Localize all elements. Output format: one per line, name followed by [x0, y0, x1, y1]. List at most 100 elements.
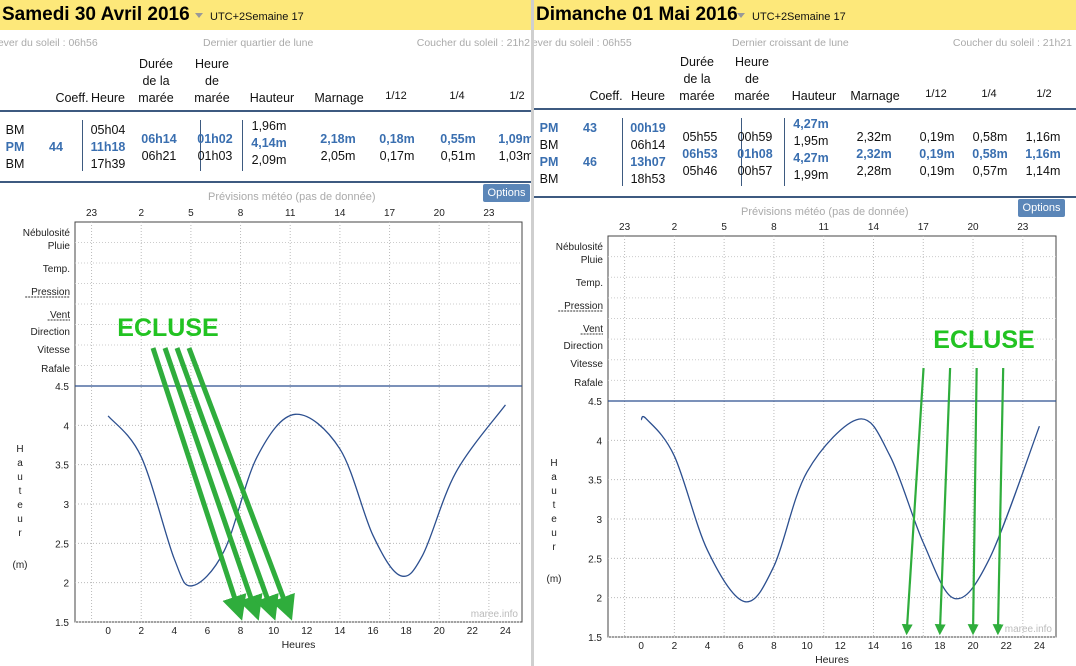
- y-axis-label-letter: H: [550, 458, 557, 469]
- plot-frame: [607, 235, 1057, 638]
- x-tick-label: 4: [705, 641, 711, 652]
- y-tick-label: 4: [596, 436, 602, 447]
- y-axis-label-letter: a: [17, 458, 23, 469]
- ecluse-annotation: ECLUSE: [933, 326, 1034, 354]
- x-tick-label: 8: [771, 641, 777, 652]
- weather-label: Rafale: [574, 378, 603, 389]
- y-axis-label-letter: u: [551, 528, 557, 539]
- x-tick-label: 6: [205, 626, 211, 637]
- x-tick-label: 6: [738, 641, 744, 652]
- top-hour-tick: 17: [918, 222, 930, 233]
- y-tick-label: 4.5: [588, 397, 602, 408]
- top-hour-tick: 14: [334, 208, 346, 219]
- y-axis-label-letter: a: [551, 472, 557, 483]
- x-tick-label: 22: [1001, 641, 1013, 652]
- weather-label: Vent: [583, 324, 603, 335]
- x-tick-label: 14: [334, 626, 346, 637]
- y-tick-label: 4: [63, 421, 69, 432]
- top-hour-tick: 2: [138, 208, 144, 219]
- y-tick-label: 3.5: [588, 476, 602, 487]
- y-tick-label: 2: [596, 594, 602, 605]
- x-tick-label: 0: [638, 641, 644, 652]
- top-hour-tick: 8: [238, 208, 244, 219]
- top-hour-tick: 20: [967, 222, 979, 233]
- top-hour-tick: 23: [1017, 222, 1029, 233]
- weather-label: Pluie: [48, 241, 71, 252]
- top-hour-tick: 17: [384, 208, 396, 219]
- top-hour-tick: 20: [434, 208, 446, 219]
- weather-label: Nébulosité: [23, 228, 71, 239]
- y-axis-label-letter: r: [18, 528, 22, 539]
- top-hour-tick: 2: [672, 222, 678, 233]
- top-hour-tick: 14: [868, 222, 880, 233]
- y-axis-unit: (m): [547, 574, 562, 585]
- y-tick-label: 2.5: [588, 554, 602, 565]
- x-axis-label: Heures: [815, 654, 849, 666]
- tide-chart: 1.522.533.544.50 2 4 6 8 10 12 14 16 18 20 22 24Heur…: [547, 222, 1057, 666]
- y-axis-label-letter: t: [19, 486, 22, 497]
- top-hour-tick: 23: [483, 208, 495, 219]
- y-tick-label: 3.5: [55, 461, 69, 472]
- weather-label: Direction: [31, 327, 70, 338]
- x-tick-label: 0: [105, 626, 111, 637]
- panel-saturday: Samedi 30 Avril 2016 UTC+2 Semaine 17 Lever…: [0, 0, 532, 666]
- top-hour-tick: 5: [721, 222, 727, 233]
- tide-chart: 1.522.533.544.50 2 4 6 8 10 12 14 16 18 20 22 24Heur…: [13, 208, 523, 651]
- plot-frame: [74, 221, 523, 623]
- weather-label: Vitesse: [570, 359, 603, 370]
- y-tick-label: 2.5: [55, 539, 69, 550]
- y-axis-label-letter: u: [17, 514, 23, 525]
- y-axis-label-letter: u: [551, 486, 557, 497]
- top-hour-tick: 23: [86, 208, 98, 219]
- y-tick-label: 4.5: [55, 382, 69, 393]
- weather-label: Pression: [564, 301, 603, 312]
- weather-label: Vent: [50, 310, 70, 321]
- top-hour-tick: 8: [771, 222, 777, 233]
- weather-label: Rafale: [41, 364, 70, 375]
- credit-watermark: maree.info: [1005, 624, 1053, 635]
- x-tick-label: 8: [238, 626, 244, 637]
- y-axis-label-letter: u: [17, 472, 23, 483]
- x-tick-label: 12: [301, 626, 313, 637]
- x-tick-label: 10: [268, 626, 280, 637]
- y-tick-label: 1.5: [588, 633, 602, 644]
- weather-label: Temp.: [43, 264, 70, 275]
- panel-sunday: Dimanche 01 Mai 2016 UTC+2 Semaine 17 Lever…: [534, 0, 1076, 666]
- x-tick-label: 22: [467, 626, 479, 637]
- x-tick-label: 14: [868, 641, 880, 652]
- weather-label: Nébulosité: [556, 242, 604, 253]
- top-hour-tick: 11: [285, 208, 296, 219]
- x-tick-label: 18: [934, 641, 946, 652]
- x-tick-label: 24: [1034, 641, 1046, 652]
- y-tick-label: 1.5: [55, 618, 69, 629]
- weather-label: Vitesse: [37, 345, 70, 356]
- x-tick-label: 20: [434, 626, 446, 637]
- y-tick-label: 3: [63, 500, 69, 511]
- x-tick-label: 2: [138, 626, 144, 637]
- y-axis-label-letter: H: [16, 444, 23, 455]
- y-axis-label-letter: t: [553, 500, 556, 511]
- x-tick-label: 2: [672, 641, 678, 652]
- top-hour-tick: 5: [188, 208, 194, 219]
- credit-watermark: maree.info: [471, 609, 519, 620]
- x-tick-label: 20: [967, 641, 979, 652]
- ecluse-annotation: ECLUSE: [117, 314, 218, 342]
- x-tick-label: 10: [802, 641, 814, 652]
- x-tick-label: 4: [172, 626, 178, 637]
- x-tick-label: 18: [401, 626, 413, 637]
- x-tick-label: 16: [901, 641, 913, 652]
- top-hour-tick: 23: [619, 222, 631, 233]
- y-axis-unit: (m): [13, 560, 28, 571]
- weather-label: Direction: [564, 341, 603, 352]
- x-tick-label: 12: [835, 641, 847, 652]
- x-tick-label: 24: [500, 626, 512, 637]
- y-axis-label-letter: e: [17, 500, 23, 511]
- y-tick-label: 2: [63, 579, 69, 590]
- y-axis-label-letter: e: [551, 514, 557, 525]
- weather-label: Pluie: [581, 255, 604, 266]
- x-axis-label: Heures: [282, 639, 316, 651]
- weather-label: Temp.: [576, 278, 603, 289]
- top-hour-tick: 11: [819, 222, 830, 233]
- y-tick-label: 3: [596, 515, 602, 526]
- x-tick-label: 16: [367, 626, 379, 637]
